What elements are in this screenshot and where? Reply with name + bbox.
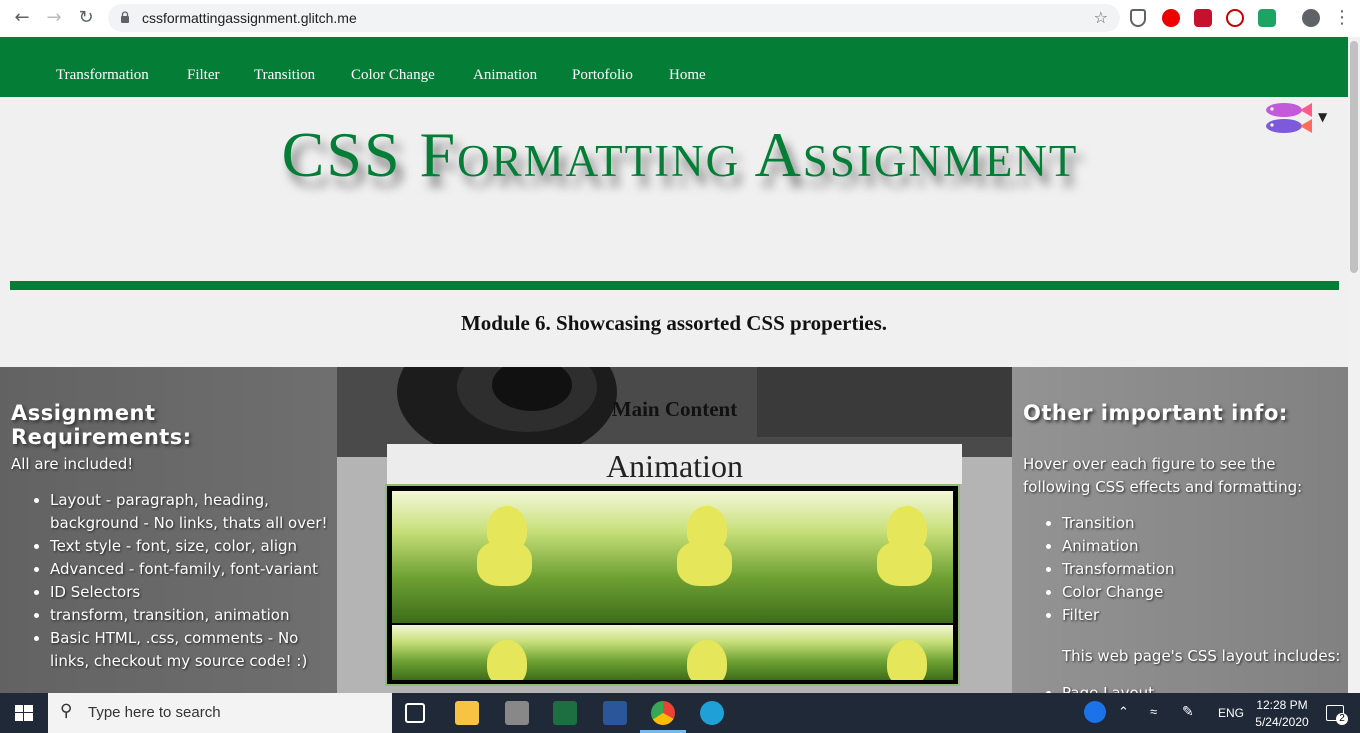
info-heading: Other important info: [1023,401,1288,425]
browser-toolbar: ← → ↻ cssformattingassignment.glitch.me … [0,0,1360,38]
nav-transition[interactable]: Transition [254,67,315,84]
address-bar[interactable]: cssformattingassignment.glitch.me ☆ [108,4,1120,32]
layout-list: Page Layout [1042,682,1154,693]
info-sidebar: Other important info: Hover over each fi… [1012,367,1348,693]
nav-home[interactable]: Home [669,67,706,84]
info-intro: Hover over each figure to see the follow… [1023,455,1303,496]
profile-avatar-icon[interactable] [1302,9,1320,27]
chrome-icon[interactable] [651,701,675,725]
requirements-list: Layout - paragraph, heading, background … [30,489,340,673]
excel-icon[interactable] [553,701,577,725]
forward-arrow-icon[interactable]: → [44,8,64,28]
shield-extension-icon[interactable] [1130,9,1146,27]
reload-icon[interactable]: ↻ [76,8,96,28]
search-placeholder: Type here to search [88,704,221,721]
module-subtitle: Module 6. Showcasing assorted CSS proper… [460,311,888,335]
task-view-icon[interactable] [405,703,425,723]
windows-start-icon[interactable] [15,705,33,721]
page-title: CSS Formatting Assignment [281,119,1079,190]
animation-figure[interactable] [385,484,960,686]
requirements-sidebar: Assignment Requirements: All are include… [0,367,337,693]
chevron-down-icon[interactable]: ▼ [1318,110,1327,124]
taskbar-search[interactable]: ⚲ Type here to search [48,693,392,733]
notification-count-badge: 2 [1336,713,1348,725]
menu-dots-icon[interactable]: ⋮ [1332,8,1352,28]
photo-tile [392,491,592,623]
list-item: Transition [1062,512,1175,535]
effects-list: Transition Animation Transformation Colo… [1042,512,1175,627]
clock-date[interactable]: 5/24/2020 [1254,715,1310,729]
nav-portofolio[interactable]: Portofolio [572,67,633,84]
tracker-extension-icon[interactable] [1226,9,1244,27]
list-item: Filter [1062,604,1175,627]
animation-label-box: Animation [387,444,962,484]
list-item: ID Selectors [50,581,340,604]
layout-note: This web page's CSS layout includes: [1062,647,1341,665]
nav-transformation[interactable]: Transformation [56,67,149,84]
network-icon[interactable]: ≈ [1150,704,1157,719]
url-text: cssformattingassignment.glitch.me [142,10,357,26]
photo-tile [392,625,592,680]
requirements-heading: Assignment Requirements: [11,401,192,449]
main-content-heading: Main Content [611,397,738,421]
search-icon: ⚲ [60,701,73,721]
photo-tile [792,491,953,623]
adblock-extension-icon[interactable] [1194,9,1212,27]
clock-time[interactable]: 12:28 PM [1254,698,1310,712]
green-divider [10,281,1339,290]
list-item: Layout - paragraph, heading, background … [50,489,340,535]
back-arrow-icon[interactable]: ← [12,8,32,28]
nav-animation[interactable]: Animation [473,67,537,84]
language-indicator[interactable]: ENG [1218,706,1244,720]
photo-tile [792,625,953,680]
requirements-intro: All are included! [11,455,134,473]
list-item: Advanced - font-family, font-variant [50,558,340,581]
list-item: transform, transition, animation [50,604,340,627]
nav-color-change[interactable]: Color Change [351,67,435,84]
opera-extension-icon[interactable] [1162,9,1180,27]
help-icon[interactable] [1084,701,1106,723]
lock-icon [121,11,129,23]
file-explorer-icon[interactable] [455,701,479,725]
nav-filter[interactable]: Filter [187,67,220,84]
windows-taskbar: ⚲ Type here to search ⌃ ≈ ✎ ENG 12:28 PM… [0,693,1360,733]
pen-icon[interactable]: ✎ [1182,703,1194,720]
photo-tile [592,491,792,623]
glitch-fish-icon[interactable] [1262,100,1314,136]
list-item: Basic HTML, .css, comments - No links, c… [50,627,340,673]
photo-tile [592,625,792,680]
list-item: Animation [1062,535,1175,558]
edge-icon[interactable] [700,701,724,725]
list-item: Color Change [1062,581,1175,604]
bookmark-star-icon[interactable]: ☆ [1094,8,1108,27]
word-icon[interactable] [603,701,627,725]
list-item: Text style - font, size, color, align [50,535,340,558]
list-item: Page Layout [1062,682,1154,693]
tray-chevron-up-icon[interactable]: ⌃ [1118,704,1129,720]
calculator-icon[interactable] [505,701,529,725]
site-navigation: Transformation Filter Transition Color C… [0,37,1348,97]
checkmark-extension-icon[interactable] [1258,9,1276,27]
list-item: Transformation [1062,558,1175,581]
animation-label: Animation [606,448,743,484]
